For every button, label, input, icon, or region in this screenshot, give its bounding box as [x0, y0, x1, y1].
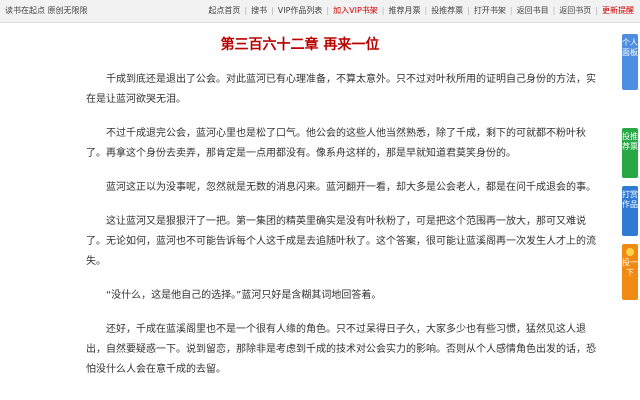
top-nav: 起点首页 | 搜书 | VIP作品列表 | 加入VIP书架 | 推荐月票 | 投推荐票 | …	[204, 0, 638, 22]
chapter-paragraph: 蓝河这正以为没事呢，忽然就是无数的消息闪来。蓝河翻开一看，却大多是公会老人，都是…	[106, 182, 596, 193]
ticket-icon	[626, 248, 634, 256]
chapter-paragraph: 还好，千成在蓝溪阁里也不是一个很有人缘的角色。只不过呆得日子久，大家多少也有些习…	[86, 324, 596, 375]
nav-monthly-ticket-link[interactable]: 推荐月票	[384, 0, 424, 22]
nav-search-link[interactable]: 搜书	[247, 0, 271, 22]
chapter-paragraph: 千成到底还是退出了公会。对此蓝河已有心理准备，不算太意外。只不过对叶秋所用的证明…	[86, 74, 596, 105]
nav-add-vip-shelf-link[interactable]: 加入VIP书架	[329, 0, 382, 22]
chapter-paragraph: “没什么，这是他自己的选择。”蓝河只好是含糊其词地回答着。	[106, 290, 382, 301]
nav-home-link[interactable]: 起点首页	[204, 0, 244, 22]
nav-open-shelf-link[interactable]: 打开书架	[470, 0, 510, 22]
nav-vip-list-link[interactable]: VIP作品列表	[274, 0, 327, 22]
vote-ticket-label: 投一下	[622, 258, 638, 277]
vote-ticket-tab[interactable]: 投一下	[622, 244, 638, 300]
chapter-paragraph: 不过千成退完公会，蓝河心里也是松了口气。他公会的这些人他当然熟悉，除了千成，剩下…	[86, 128, 586, 159]
site-slogan: 读书在起点 原创无限限	[5, 6, 88, 15]
recommend-vote-tab[interactable]: 投推荐票	[622, 128, 638, 178]
top-toolbar: 读书在起点 原创无限限 起点首页 | 搜书 | VIP作品列表 | 加入VIP书架 | …	[0, 0, 640, 23]
nav-recommend-vote-link[interactable]: 投推荐票	[427, 0, 467, 22]
chapter-content: 千成到底还是退出了公会。对此蓝河已有心理准备，不算太意外。只不过对叶秋所用的证明…	[86, 70, 598, 394]
nav-book-index-link[interactable]: 返回书目	[513, 0, 553, 22]
chapter-paragraph: 这让蓝河又是狠狠汗了一把。第一集团的精英里确实是没有叶秋粉了，可是把这个范围再一…	[86, 216, 596, 267]
reward-work-tab[interactable]: 打赏作品	[622, 186, 638, 236]
personal-panel-tab[interactable]: 个人面板	[622, 34, 638, 90]
nav-update-reminder-link[interactable]: 更新提醒	[598, 0, 638, 22]
chapter-title: 第三百六十二章 再来一位	[220, 37, 380, 53]
nav-book-page-link[interactable]: 返回书页	[555, 0, 595, 22]
